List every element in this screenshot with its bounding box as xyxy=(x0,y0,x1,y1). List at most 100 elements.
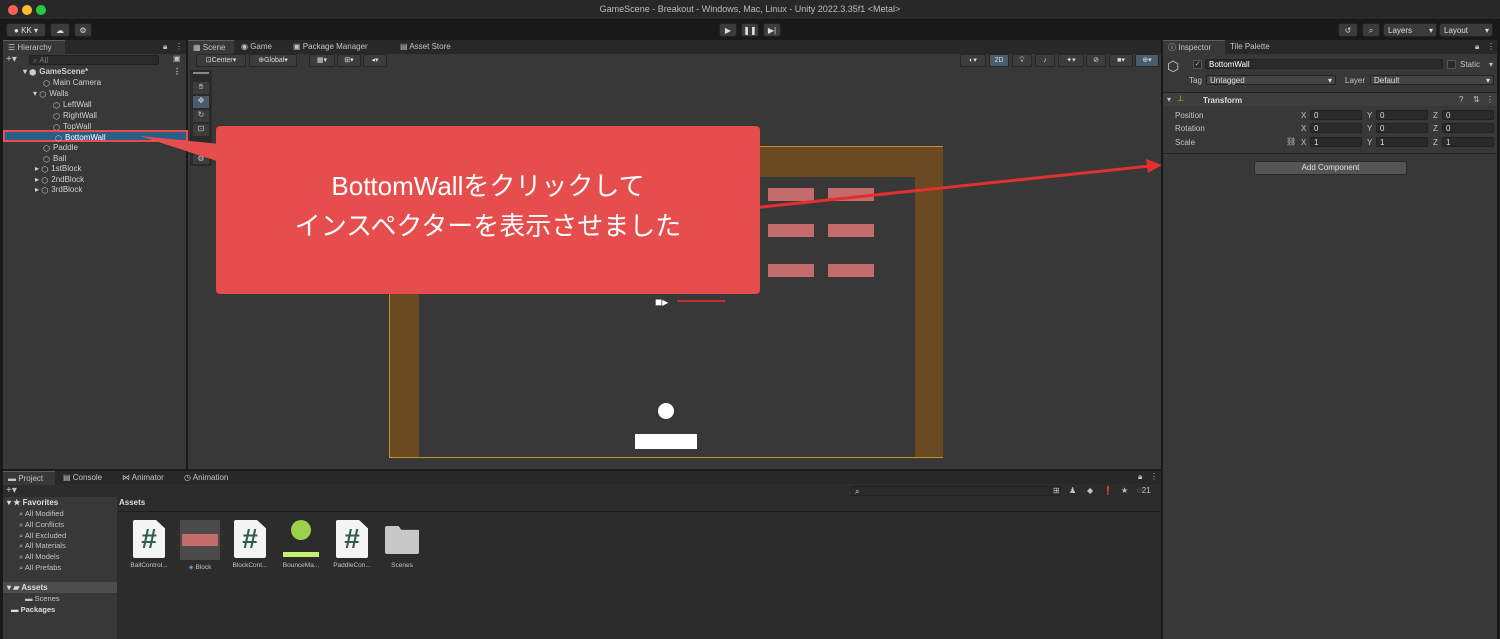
transform-header[interactable]: ▾ ⊥ Transform ? ⇅ ⋮ xyxy=(1163,92,1497,106)
breadcrumb[interactable]: Assets xyxy=(119,498,145,507)
favorite-star-icon[interactable]: ★ xyxy=(1121,486,1128,495)
active-checkbox[interactable]: ✓ xyxy=(1193,60,1202,69)
snap-increment-dropdown[interactable]: ⊞▾ xyxy=(337,54,361,67)
rotate-tool-icon[interactable]: ↻ xyxy=(193,110,209,122)
object-name-field[interactable]: BottomWall xyxy=(1205,59,1443,69)
tab-scene[interactable]: ▦ Scene xyxy=(188,40,234,54)
pause-button[interactable]: ❚❚ xyxy=(741,23,759,37)
history-icon[interactable]: ↺ xyxy=(1338,23,1358,37)
lock-icon[interactable]: 🔒︎ xyxy=(163,42,167,52)
tab-console[interactable]: ▤ Console xyxy=(58,471,114,485)
camera-gizmo-icon[interactable]: ■▸ xyxy=(655,295,677,309)
add-object-button[interactable]: +▾ xyxy=(6,54,17,65)
drag-handle-icon[interactable] xyxy=(193,72,209,74)
2d-toggle-button[interactable]: 2D xyxy=(989,54,1009,67)
rotation-x-field[interactable]: 0 xyxy=(1310,123,1362,133)
space-dropdown[interactable]: ⊕Global▾ xyxy=(249,54,297,67)
hierarchy-item-gamescene[interactable]: ▾ ⬢ GameScene* ⋮ xyxy=(3,66,188,77)
warning-filter-icon[interactable]: ❗ xyxy=(1103,486,1113,495)
effects-dropdown[interactable]: ✦▾ xyxy=(1058,54,1084,67)
favorites-item[interactable]: ⌕ All Materials xyxy=(19,540,66,551)
paddle[interactable] xyxy=(635,434,697,449)
step-button[interactable]: ▶| xyxy=(763,23,781,37)
tab-inspector[interactable]: ⓘ Inspector xyxy=(1163,40,1225,54)
more-menu-icon[interactable]: ⋮ xyxy=(1486,95,1494,104)
gizmos-dropdown[interactable]: ⊕▾ xyxy=(1135,54,1159,67)
hidden-packages-icon[interactable]: ◌21 xyxy=(1137,486,1151,495)
project-search-input[interactable]: ⌕ xyxy=(851,486,1061,496)
block[interactable] xyxy=(768,224,814,237)
tab-package-manager[interactable]: ▣ Package Manager xyxy=(288,40,380,54)
move-handle-x-arrow[interactable] xyxy=(677,300,725,302)
audio-icon[interactable]: ♪ xyxy=(1035,54,1055,67)
hierarchy-item-main-camera[interactable]: ⬡ Main Camera xyxy=(3,77,188,88)
pivot-dropdown[interactable]: ⊡Center▾ xyxy=(196,54,246,67)
tab-project[interactable]: ▬ Project xyxy=(3,471,55,485)
settings-gear-icon[interactable]: ⚙ xyxy=(74,23,92,37)
favorites-item[interactable]: ⌕ All Conflicts xyxy=(19,519,64,530)
hierarchy-item-leftwall[interactable]: ⬡ LeftWall xyxy=(3,99,188,110)
search-filter-icon[interactable]: ▣ xyxy=(173,54,181,63)
favorites-item[interactable]: ⌕ All Prefabs xyxy=(19,562,61,573)
account-dropdown[interactable]: ● KK ▾ xyxy=(6,23,46,37)
favorites-section[interactable]: ▾ ★ Favorites xyxy=(7,498,58,507)
assets-folder[interactable]: ▾ ▰ Assets xyxy=(3,582,117,593)
scale-x-field[interactable]: 1 xyxy=(1310,137,1362,147)
grid-snap-dropdown[interactable]: ▦▾ xyxy=(309,54,335,67)
block[interactable] xyxy=(828,264,874,277)
add-component-button[interactable]: Add Component xyxy=(1254,161,1407,175)
ball[interactable] xyxy=(658,403,674,419)
camera-dropdown[interactable]: ■▾ xyxy=(1109,54,1133,67)
block[interactable] xyxy=(828,224,874,237)
filter-icon[interactable]: ♟ xyxy=(1069,486,1076,495)
hierarchy-item-walls[interactable]: ▾ ⬡ Walls xyxy=(3,88,188,99)
asset-block[interactable]: ◈ Block xyxy=(177,520,223,571)
tab-hierarchy[interactable]: ☰ Hierarchy xyxy=(3,40,65,54)
asset-blockcontroller[interactable]: # BlockCont... xyxy=(227,520,273,569)
hierarchy-search-input[interactable]: ⌕ All xyxy=(29,55,159,65)
more-menu-icon[interactable]: ⋮ xyxy=(175,42,183,51)
tab-tile-palette[interactable]: Tile Palette xyxy=(1225,40,1285,54)
hierarchy-item-rightwall[interactable]: ⬡ RightWall xyxy=(3,110,188,121)
layers-dropdown[interactable]: Layers ▾ xyxy=(1383,23,1437,37)
rotation-y-field[interactable]: 0 xyxy=(1376,123,1428,133)
more-menu-icon[interactable]: ⋮ xyxy=(1150,472,1158,481)
favorites-item[interactable]: ⌕ All Models xyxy=(19,551,59,562)
tag-dropdown[interactable]: Untagged ▾ xyxy=(1206,75,1336,85)
lock-icon[interactable]: 🔒︎ xyxy=(1138,472,1142,482)
position-y-field[interactable]: 0 xyxy=(1376,110,1428,120)
asset-paddlecontroller[interactable]: # PaddleCon... xyxy=(329,520,375,569)
layer-dropdown[interactable]: Default ▾ xyxy=(1370,75,1494,85)
shading-mode-dropdown[interactable]: ◐▾ xyxy=(960,54,986,67)
create-asset-button[interactable]: +▾ xyxy=(6,485,17,496)
lock-icon[interactable]: 🔒︎ xyxy=(1475,42,1479,52)
more-menu-icon[interactable]: ⋮ xyxy=(173,66,181,77)
chevron-down-icon[interactable]: ▾ xyxy=(1489,60,1493,69)
static-checkbox[interactable] xyxy=(1447,60,1456,69)
search-by-type-icon[interactable]: ⊞ xyxy=(1053,486,1060,495)
more-menu-icon[interactable]: ⋮ xyxy=(1487,42,1495,51)
search-icon[interactable]: ⌕ xyxy=(1362,23,1380,37)
asset-scenes-folder[interactable]: Scenes xyxy=(379,520,425,569)
block[interactable] xyxy=(768,264,814,277)
scale-y-field[interactable]: 1 xyxy=(1376,137,1428,147)
tab-animator[interactable]: ⋈ Animator xyxy=(117,471,177,485)
help-icon[interactable]: ? xyxy=(1459,95,1463,104)
tab-animation[interactable]: ◷ Animation xyxy=(179,471,243,485)
packages-folder[interactable]: ▬ Packages xyxy=(11,604,55,615)
hidden-objects-icon[interactable]: ⊘ xyxy=(1086,54,1106,67)
constrain-link-icon[interactable]: ⛓︎ xyxy=(1286,137,1296,146)
tab-asset-store[interactable]: ▤ Asset Store xyxy=(395,40,465,54)
position-x-field[interactable]: 0 xyxy=(1310,110,1362,120)
asset-ballcontroller[interactable]: # BallControl... xyxy=(126,520,172,569)
asset-bouncematerial[interactable]: BounceMa... xyxy=(278,520,324,569)
tab-game[interactable]: ◉ Game xyxy=(236,40,282,54)
position-z-field[interactable]: 0 xyxy=(1442,110,1494,120)
play-button[interactable]: ▶ xyxy=(719,23,737,37)
scale-z-field[interactable]: 1 xyxy=(1442,137,1494,147)
lighting-icon[interactable]: 💡︎ xyxy=(1012,54,1032,67)
favorites-item[interactable]: ⌕ All Modified xyxy=(19,508,64,519)
move-tool-icon[interactable]: ✥ xyxy=(193,96,209,108)
cloud-icon[interactable]: ☁ xyxy=(50,23,70,37)
label-icon[interactable]: ◆ xyxy=(1087,486,1093,495)
